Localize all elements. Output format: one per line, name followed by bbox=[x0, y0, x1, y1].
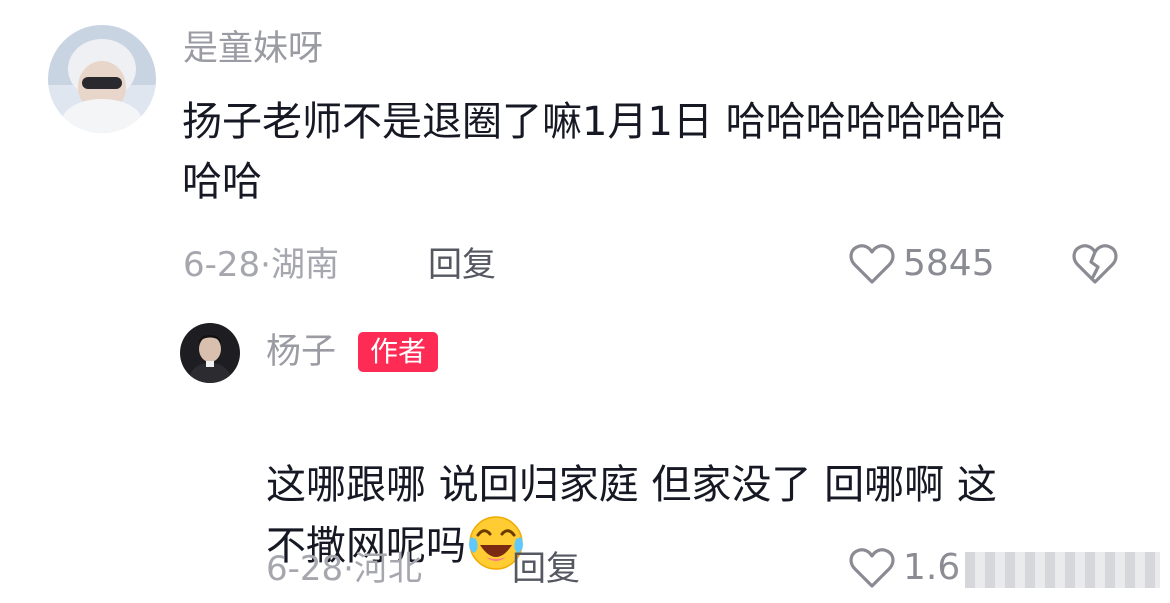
broken-heart-icon bbox=[1072, 244, 1118, 284]
comment-location: 湖南 bbox=[270, 245, 339, 285]
comment-meta: 6-28·湖南 bbox=[183, 248, 339, 282]
author-badge: 作者 bbox=[358, 332, 439, 372]
comment-date: 6-28 bbox=[183, 245, 261, 285]
avatar[interactable] bbox=[180, 323, 240, 383]
comment-text: 扬子老师不是退圈了嘛1月1日 哈哈哈哈哈哈哈 哈哈 bbox=[182, 99, 1006, 205]
like-button[interactable]: 5845 bbox=[849, 243, 995, 285]
meta-separator: · bbox=[260, 245, 271, 285]
like-count: 5845 bbox=[903, 243, 995, 284]
comment-meta: 6-28·河北 bbox=[266, 552, 422, 586]
comment-username[interactable]: 杨子 bbox=[266, 335, 336, 370]
comment-date: 6-28 bbox=[266, 549, 344, 589]
meta-separator: · bbox=[343, 549, 354, 589]
comment-location: 河北 bbox=[353, 549, 422, 589]
watermark-mosaic bbox=[965, 552, 1160, 588]
heart-icon bbox=[849, 548, 895, 588]
dislike-button[interactable] bbox=[1072, 243, 1118, 289]
comment-username[interactable]: 是童妹呀 bbox=[183, 32, 323, 67]
avatar[interactable] bbox=[48, 25, 156, 133]
reply-button[interactable]: 回复 bbox=[428, 248, 496, 282]
like-button[interactable]: 1.6 bbox=[849, 547, 960, 589]
reply-button[interactable]: 回复 bbox=[512, 552, 580, 586]
heart-icon bbox=[849, 244, 895, 284]
